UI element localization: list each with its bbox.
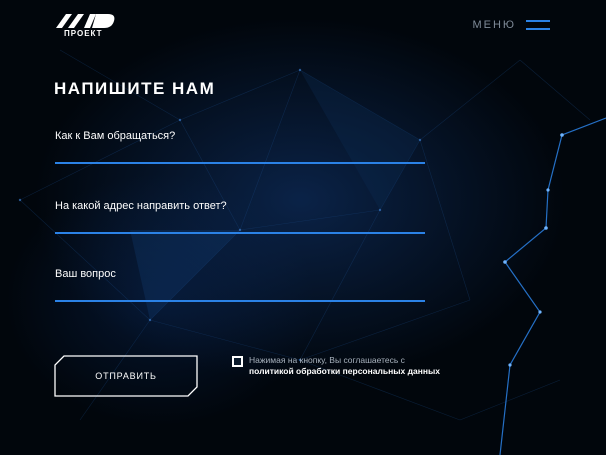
- email-input[interactable]: [55, 218, 425, 234]
- email-field: На какой адрес направить ответ?: [55, 200, 425, 234]
- hamburger-icon: [526, 18, 550, 32]
- contact-page: ПРОЕКТ МЕНЮ НАПИШИТЕ НАМ Как к Вам обращ…: [0, 0, 606, 455]
- logo[interactable]: ПРОЕКТ: [54, 12, 118, 38]
- consent-checkbox[interactable]: [232, 356, 243, 367]
- name-field: Как к Вам обращаться?: [55, 130, 425, 164]
- page-title: НАПИШИТЕ НАМ: [54, 79, 216, 98]
- name-field-label: Как к Вам обращаться?: [55, 130, 176, 142]
- question-input[interactable]: [55, 286, 425, 302]
- consent-text-prefix: Нажимая на кнопку, Вы соглашаетесь с: [249, 355, 405, 365]
- question-field: Ваш вопрос: [55, 268, 425, 302]
- submit-button[interactable]: ОТПРАВИТЬ: [54, 355, 198, 397]
- email-field-label: На какой адрес направить ответ?: [55, 200, 227, 212]
- checkmark-icon: [234, 358, 241, 365]
- question-field-label: Ваш вопрос: [55, 268, 116, 280]
- logo-mark: [56, 14, 115, 28]
- privacy-policy-link[interactable]: политикой обработки персональных данных: [249, 366, 440, 376]
- logo-subtitle: ПРОЕКТ: [64, 29, 103, 38]
- consent-text: Нажимая на кнопку, Вы соглашаетесь с пол…: [249, 355, 445, 377]
- name-input[interactable]: [55, 148, 425, 164]
- menu-button[interactable]: МЕНЮ: [472, 18, 550, 32]
- menu-label: МЕНЮ: [472, 19, 516, 31]
- submit-button-label: ОТПРАВИТЬ: [95, 371, 157, 381]
